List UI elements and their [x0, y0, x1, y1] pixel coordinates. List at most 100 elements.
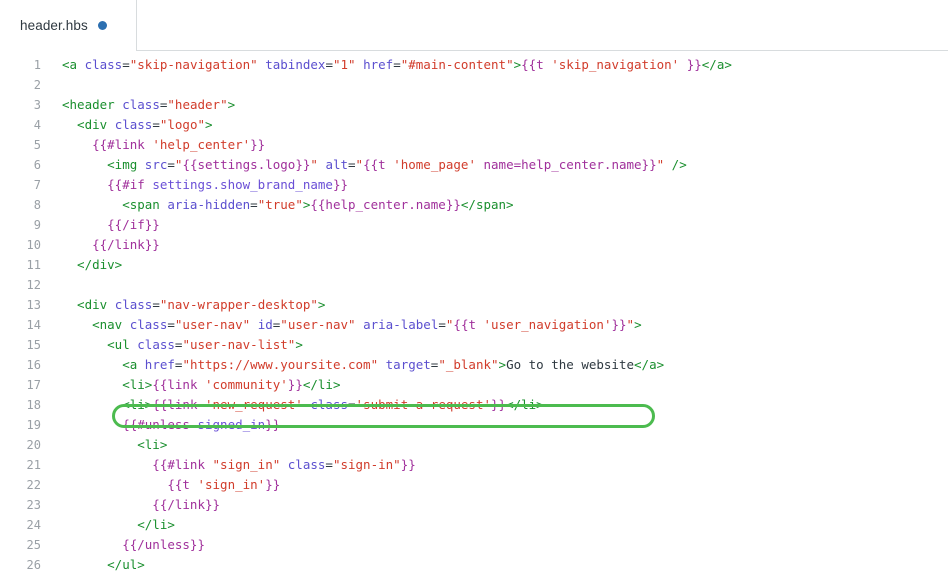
code-token: {{/link}}	[62, 497, 221, 512]
line-number: 11	[26, 258, 41, 272]
code-token: "sign-in"	[332, 457, 401, 472]
code-line[interactable]: 11 </div>	[0, 255, 948, 275]
code-token: {{t	[453, 317, 484, 332]
code-token: </ul>	[62, 557, 145, 572]
code-token: {{link	[152, 397, 205, 412]
code-line[interactable]: 12	[0, 275, 948, 295]
code-line-text: <span aria-hidden="true">{{help_center.n…	[62, 195, 514, 215]
code-line-text: <li>{{link 'new_request' class='submit-a…	[62, 395, 544, 415]
line-number: 13	[26, 298, 41, 312]
line-number: 14	[26, 318, 41, 332]
code-token: =	[348, 397, 356, 412]
code-line[interactable]: 5 {{#link 'help_center'}}	[0, 135, 948, 155]
tab-header-hbs[interactable]: header.hbs	[0, 0, 137, 51]
code-token: }}	[679, 57, 702, 72]
code-token: {{help_center.name}}	[310, 197, 461, 212]
line-number: 25	[26, 538, 41, 552]
code-token: {{#unless	[62, 417, 198, 432]
code-line[interactable]: 1 <a class="skip-navigation" tabindex="1"…	[0, 55, 948, 75]
code-token: =	[348, 157, 356, 172]
code-token: name=help_center.name}}	[475, 157, 657, 172]
code-line[interactable]: 21 {{#link "sign_in" class="sign-in"}}	[0, 455, 948, 475]
code-token: aria-label	[363, 317, 439, 332]
code-line-text: {{#link "sign_in" class="sign-in"}}	[62, 455, 415, 475]
code-token: 'skip_navigation'	[551, 57, 680, 72]
code-token: "user-nav"	[174, 317, 251, 332]
code-token: >	[295, 337, 303, 352]
code-line-text: {{/link}}	[62, 495, 220, 515]
code-token: 'new_request'	[205, 397, 303, 412]
code-token: "	[656, 157, 665, 172]
code-line[interactable]: 23 {{/link}}	[0, 495, 948, 515]
code-line[interactable]: 2	[0, 75, 948, 95]
code-token: "_blank"	[438, 357, 499, 372]
code-line[interactable]: 14 <nav class="user-nav" id="user-nav" a…	[0, 315, 948, 335]
code-token: {{link	[152, 377, 205, 392]
code-token: >	[205, 117, 213, 132]
code-token: {{settings.logo}}	[182, 157, 311, 172]
code-token: alt	[325, 157, 349, 172]
code-line[interactable]: 25 {{/unless}}	[0, 535, 948, 555]
code-token: <ul	[62, 337, 138, 352]
code-token: =	[325, 457, 333, 472]
code-token: {{/unless}}	[62, 537, 205, 552]
code-token: <li>	[62, 397, 153, 412]
line-number: 3	[33, 98, 41, 112]
line-number: 10	[26, 238, 41, 252]
code-line[interactable]: 6 <img src="{{settings.logo}}" alt="{{t …	[0, 155, 948, 175]
code-token: target	[385, 357, 431, 372]
line-number: 18	[26, 398, 41, 412]
code-token: >	[498, 357, 507, 372]
code-token: <a	[62, 357, 145, 372]
code-line[interactable]: 17 <li>{{link 'community'}}</li>	[0, 375, 948, 395]
code-line[interactable]: 15 <ul class="user-nav-list">	[0, 335, 948, 355]
code-token: "true"	[257, 197, 303, 212]
code-line[interactable]: 16 <a href="https://www.yoursite.com" ta…	[0, 355, 948, 375]
code-line-text: <li>	[62, 435, 167, 455]
code-line[interactable]: 8 <span aria-hidden="true">{{help_center…	[0, 195, 948, 215]
code-token: "sign_in"	[212, 457, 281, 472]
code-line[interactable]: 4 <div class="logo">	[0, 115, 948, 135]
code-token: }}	[491, 397, 507, 412]
code-token: "nav-wrapper-desktop"	[159, 297, 318, 312]
code-token: 'user_navigation'	[483, 317, 612, 332]
code-line[interactable]: 18 <li>{{link 'new_request' class='submi…	[0, 395, 948, 415]
line-number: 19	[26, 418, 41, 432]
code-token: }}	[250, 137, 266, 152]
code-token: {{#link	[62, 137, 153, 152]
code-editor[interactable]: 1 <a class="skip-navigation" tabindex="1"…	[0, 51, 948, 578]
code-token: </a>	[701, 57, 732, 72]
line-number: 12	[26, 278, 41, 292]
code-line[interactable]: 24 </li>	[0, 515, 948, 535]
code-line-text: {{#if settings.show_brand_name}}	[62, 175, 348, 195]
code-line[interactable]: 22 {{t 'sign_in'}}	[0, 475, 948, 495]
code-token: </span>	[460, 197, 514, 212]
code-token: {{#if	[62, 177, 153, 192]
code-line-text: {{/unless}}	[62, 535, 205, 555]
code-line[interactable]: 20 <li>	[0, 435, 948, 455]
code-line[interactable]: 13 <div class="nav-wrapper-desktop">	[0, 295, 948, 315]
code-line-text: {{/if}}	[62, 215, 160, 235]
code-line[interactable]: 19 {{#unless signed_in}}	[0, 415, 948, 435]
code-line-text: <div class="logo">	[62, 115, 213, 135]
code-line[interactable]: 7 {{#if settings.show_brand_name}}	[0, 175, 948, 195]
line-number: 6	[33, 158, 41, 172]
code-token: </li>	[506, 397, 544, 412]
code-token: href	[144, 357, 175, 372]
line-number: 4	[33, 118, 41, 132]
code-token: <header	[62, 97, 123, 112]
code-token: href	[363, 57, 394, 72]
code-line[interactable]: 10 {{/link}}	[0, 235, 948, 255]
code-token: =	[167, 317, 175, 332]
code-line[interactable]: 26 </ul>	[0, 555, 948, 575]
code-token: "skip-navigation"	[129, 57, 258, 72]
code-line[interactable]: 3 <header class="header">	[0, 95, 948, 115]
code-token: "header"	[167, 97, 228, 112]
code-line[interactable]: 9 {{/if}}	[0, 215, 948, 235]
code-token: =	[438, 317, 446, 332]
code-token: <img	[62, 157, 145, 172]
unsaved-dot-icon	[97, 21, 107, 30]
code-token: }}	[287, 377, 303, 392]
